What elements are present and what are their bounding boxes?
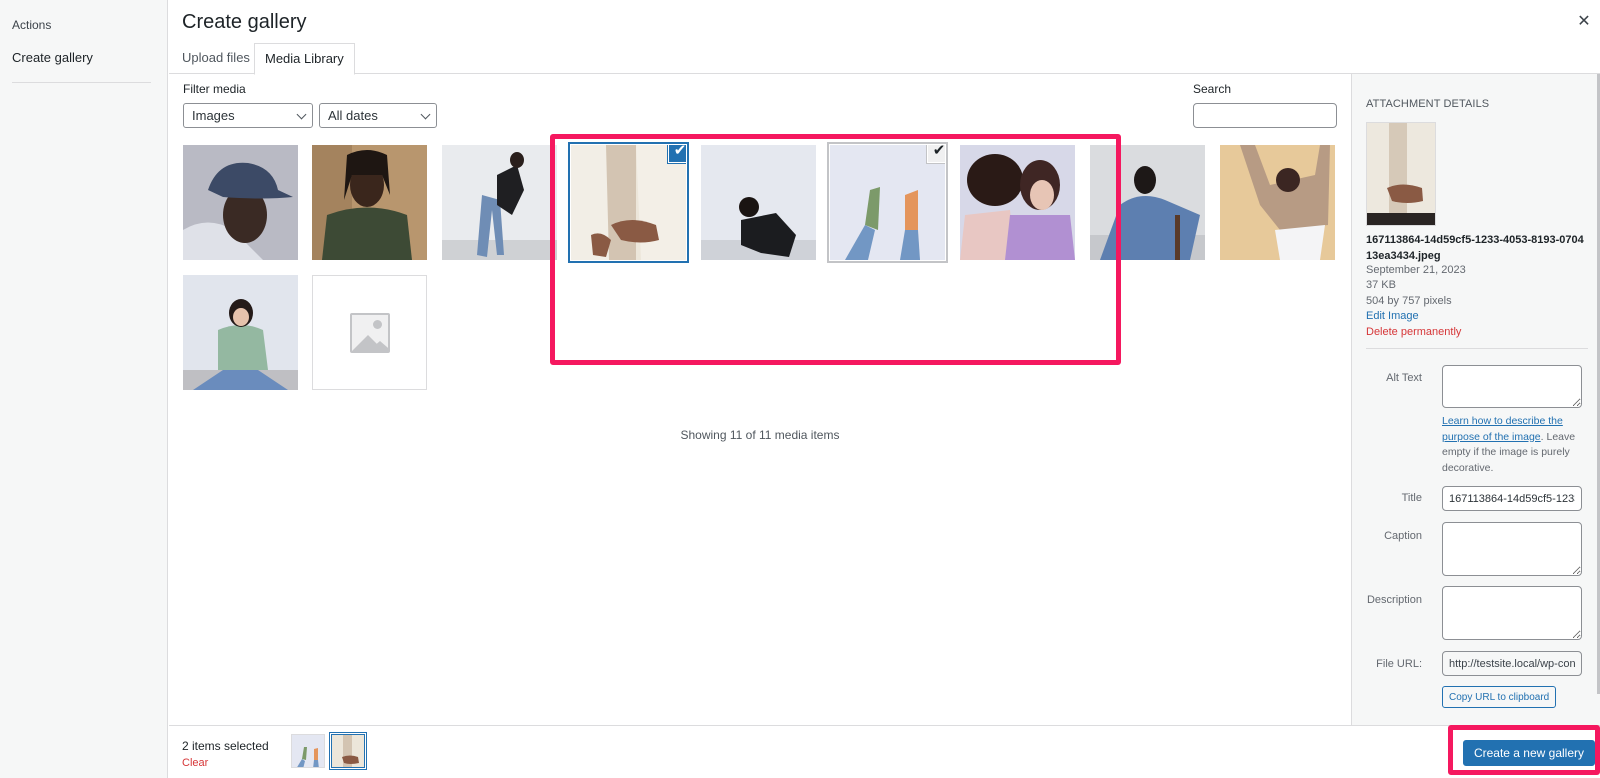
description-label: Description bbox=[1366, 594, 1422, 606]
file-url-label: File URL: bbox=[1376, 658, 1422, 670]
image-beige-sweater bbox=[1220, 145, 1335, 260]
media-item-checked[interactable]: ✔ bbox=[830, 145, 945, 260]
title-field[interactable] bbox=[1442, 486, 1582, 511]
copy-url-button[interactable]: Copy URL to clipboard bbox=[1442, 686, 1557, 708]
image-white-shirt-mini bbox=[332, 735, 364, 767]
image-woman-bending bbox=[442, 145, 557, 260]
media-item-selected[interactable]: ✔ bbox=[571, 145, 686, 260]
media-type-filter[interactable]: Images bbox=[183, 103, 313, 128]
selected-thumb-active[interactable] bbox=[331, 734, 365, 768]
alt-text-label: Alt Text bbox=[1386, 372, 1422, 384]
details-divider bbox=[1366, 348, 1588, 349]
attachment-details-panel: Attachment Details 167113864-14d59cf5-12… bbox=[1351, 74, 1600, 725]
tab-media-library[interactable]: Media Library bbox=[254, 43, 355, 75]
create-gallery-button[interactable]: Create a new gallery bbox=[1462, 740, 1595, 766]
attachment-size: 37 KB bbox=[1366, 279, 1396, 291]
image-two-women bbox=[960, 145, 1075, 260]
edit-image-link[interactable]: Edit Image bbox=[1366, 310, 1419, 322]
alt-text-field[interactable] bbox=[1442, 365, 1582, 408]
router-tabs: Upload files Media Library bbox=[169, 43, 1600, 75]
title-label: Title bbox=[1401, 492, 1422, 504]
chevron-down-icon bbox=[420, 109, 431, 120]
image-woman-crouching bbox=[701, 145, 816, 260]
close-icon[interactable]: ✕ bbox=[1572, 10, 1596, 34]
modal-title: Create gallery bbox=[182, 11, 307, 33]
media-item[interactable] bbox=[1220, 145, 1335, 260]
selected-count: 2 items selected bbox=[182, 739, 269, 753]
date-filter[interactable]: All dates bbox=[319, 103, 437, 128]
checkmark-icon[interactable]: ✔ bbox=[668, 145, 686, 163]
tab-upload-files[interactable]: Upload files bbox=[172, 43, 260, 74]
description-field[interactable] bbox=[1442, 586, 1582, 640]
clear-selection-link[interactable]: Clear bbox=[182, 757, 208, 769]
filter-media-label: Filter media bbox=[183, 82, 246, 96]
image-green-sweater-woman bbox=[183, 275, 298, 390]
date-filter-value: All dates bbox=[328, 108, 378, 123]
image-green-shirt-man bbox=[312, 145, 427, 260]
image-socks-legs-mini bbox=[292, 735, 324, 767]
attachment-dimensions: 504 by 757 pixels bbox=[1366, 295, 1452, 307]
image-white-shirt-preview bbox=[1367, 123, 1435, 225]
media-item-placeholder[interactable] bbox=[312, 275, 427, 390]
attachment-date: September 21, 2023 bbox=[1366, 264, 1466, 276]
selected-thumb[interactable] bbox=[291, 734, 325, 768]
attachment-filename: 167113864-14d59cf5-1233-4053-8193-070413… bbox=[1366, 234, 1584, 262]
media-item[interactable] bbox=[1090, 145, 1205, 260]
attachment-details-heading: Attachment Details bbox=[1366, 98, 1490, 110]
caption-label: Caption bbox=[1384, 530, 1422, 542]
sidebar-item-create-gallery[interactable]: Create gallery bbox=[12, 50, 93, 65]
image-placeholder-icon bbox=[350, 313, 390, 353]
media-item[interactable] bbox=[183, 275, 298, 390]
caption-field[interactable] bbox=[1442, 522, 1582, 576]
media-item[interactable] bbox=[960, 145, 1075, 260]
image-woman-on-chair bbox=[1090, 145, 1205, 260]
file-url-field[interactable] bbox=[1442, 651, 1582, 676]
image-bucket-hat-man bbox=[183, 145, 298, 260]
media-type-value: Images bbox=[192, 108, 235, 123]
checkmark-icon[interactable]: ✔ bbox=[927, 145, 945, 163]
selection-toolbar: 2 items selected Clear Create a new gall… bbox=[169, 725, 1600, 778]
sidebar-heading: Actions bbox=[12, 18, 52, 32]
search-input[interactable] bbox=[1193, 103, 1337, 128]
alt-text-help: Learn how to describe the purpose of the… bbox=[1442, 414, 1592, 476]
sidebar-divider bbox=[12, 82, 151, 83]
attachment-preview bbox=[1366, 122, 1436, 226]
search-label: Search bbox=[1193, 82, 1232, 96]
delete-permanently-link[interactable]: Delete permanently bbox=[1366, 326, 1461, 338]
media-item[interactable] bbox=[442, 145, 557, 260]
media-item[interactable] bbox=[312, 145, 427, 260]
media-count: Showing 11 of 11 media items bbox=[680, 428, 840, 442]
chevron-down-icon bbox=[296, 109, 307, 120]
media-item[interactable] bbox=[701, 145, 816, 260]
media-item[interactable] bbox=[183, 145, 298, 260]
sidebar: Actions Create gallery bbox=[0, 0, 168, 778]
